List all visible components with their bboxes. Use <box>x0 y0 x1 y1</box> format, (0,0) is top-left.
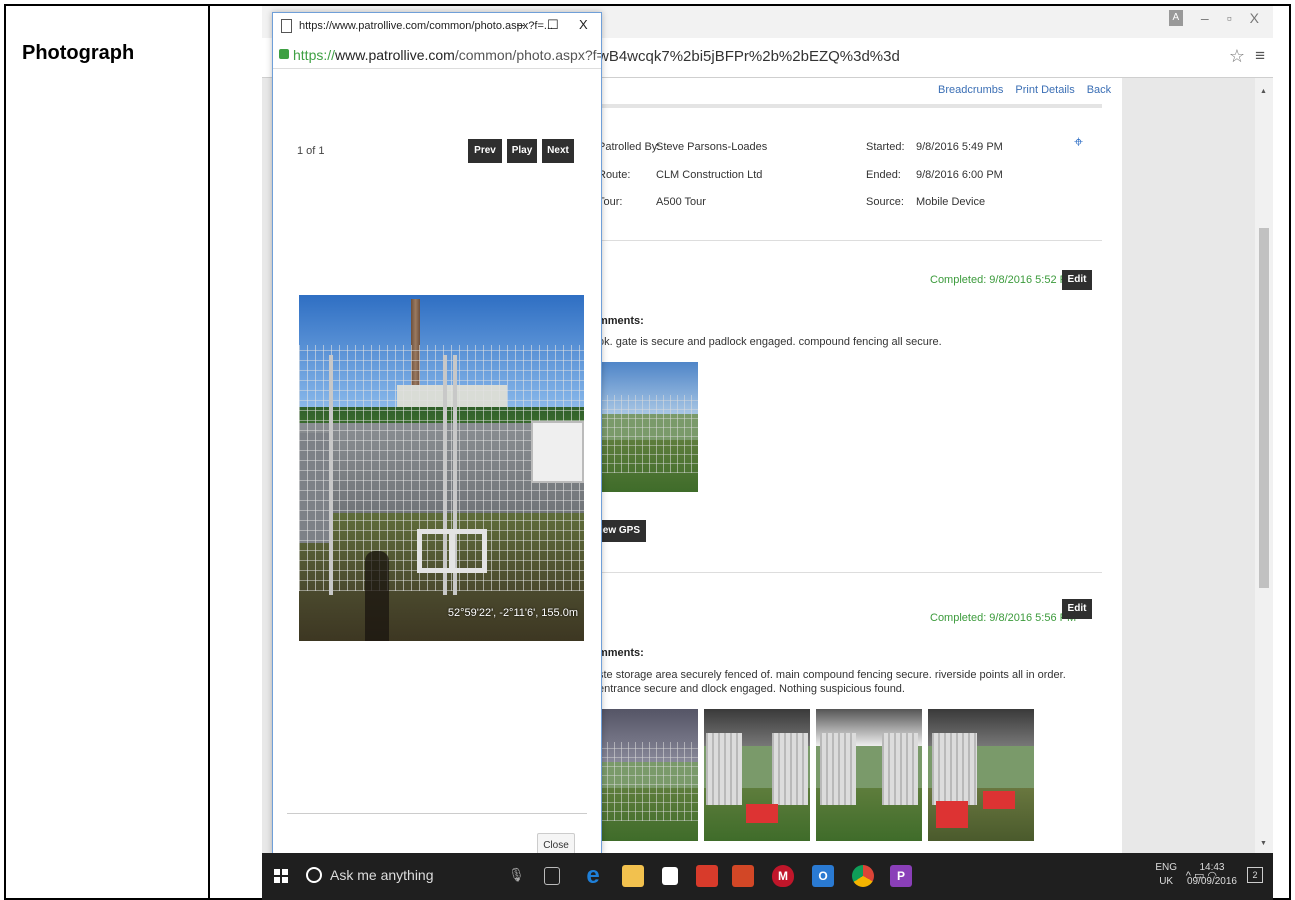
popup-title: https://www.patrollive.com/common/photo.… <box>299 20 554 32</box>
info-value: A500 Tour <box>656 196 706 208</box>
task-view-icon[interactable] <box>544 867 560 885</box>
cortana-icon <box>306 867 322 883</box>
outlook-icon[interactable]: O <box>812 865 834 887</box>
next-button[interactable]: Next <box>542 139 574 163</box>
photo-thumbnail[interactable] <box>600 362 698 492</box>
taskbar: Ask me anything 🎙 e M O P ^ ▭ ◠ ENG UK 1… <box>262 853 1273 900</box>
photo-thumbnail[interactable] <box>928 709 1034 841</box>
info-label: Route: <box>598 169 631 181</box>
scrollbar-thumb[interactable] <box>1259 228 1269 588</box>
edge-icon[interactable]: e <box>582 864 604 888</box>
file-explorer-icon[interactable] <box>622 865 644 887</box>
prev-button[interactable]: Prev <box>468 139 502 163</box>
window-controls: A – ▫ X <box>1168 10 1259 26</box>
url-domain: www.patrollive.com <box>335 47 455 63</box>
play-button[interactable]: Play <box>507 139 537 163</box>
popup-titlebar: https://www.patrollive.com/common/photo.… <box>273 13 601 41</box>
minimize-icon[interactable]: – <box>1201 10 1209 26</box>
language-code: ENG <box>1155 862 1177 873</box>
divider <box>582 104 1102 108</box>
office-icon[interactable] <box>696 865 718 887</box>
chrome-icon[interactable] <box>852 865 874 887</box>
clock[interactable]: 14:43 09/09/2016 <box>1187 861 1237 889</box>
store-icon[interactable] <box>662 867 678 885</box>
divider <box>582 240 1102 241</box>
page-icon <box>281 19 292 33</box>
restore-icon[interactable]: ▫ <box>1227 10 1232 26</box>
photo-thumbnail[interactable] <box>704 709 810 841</box>
photo-image: 52°59'22', -2°11'6', 155.0m <box>299 295 584 641</box>
comments-text: ok. gate is secure and padlock engaged. … <box>598 336 942 348</box>
close-icon[interactable]: X <box>1250 10 1259 26</box>
info-value: 9/8/2016 6:00 PM <box>916 169 1003 181</box>
photo-thumbnail[interactable] <box>816 709 922 841</box>
lock-icon <box>279 49 289 59</box>
address-url[interactable]: wB4wcqk7%2bi5jBFPr%2b%2bEZQ%3d%3d <box>598 48 900 65</box>
page-scrollbar[interactable]: ▲ ▼ <box>1255 78 1273 853</box>
close-icon[interactable]: X <box>579 17 588 32</box>
breadcrumbs-link[interactable]: Breadcrumbs <box>938 84 1003 96</box>
windows-start-icon[interactable] <box>274 869 288 883</box>
minimize-icon[interactable]: – <box>517 17 524 32</box>
info-label: Started: <box>866 141 905 153</box>
star-icon[interactable]: ☆ <box>1229 46 1245 67</box>
pdf-icon[interactable]: P <box>890 865 912 887</box>
edit-button[interactable]: Edit <box>1062 599 1092 619</box>
divider <box>287 813 587 814</box>
completed-status: Completed: 9/8/2016 5:56 PM <box>930 612 1077 624</box>
cortana-search[interactable]: Ask me anything <box>306 867 434 883</box>
info-value: Steve Parsons-Loades <box>656 141 768 153</box>
url-scheme: https:// <box>293 47 336 63</box>
profile-avatar[interactable]: A <box>1168 10 1183 26</box>
notifications-icon[interactable]: 2 <box>1247 867 1263 883</box>
powerpoint-icon[interactable] <box>732 865 754 887</box>
info-value: CLM Construction Ltd <box>656 169 763 181</box>
info-value: Mobile Device <box>916 196 986 208</box>
search-placeholder: Ask me anything <box>330 867 434 883</box>
maximize-icon[interactable]: ☐ <box>547 17 559 33</box>
view-gps-button[interactable]: iew GPS <box>598 520 646 542</box>
edit-button[interactable]: Edit <box>1062 270 1092 290</box>
screenshot: A – ▫ X wB4wcqk7%2bi5jBFPr%2b%2bEZQ%3d%3… <box>262 6 1273 900</box>
comments-text: ste storage area securely fenced of. mai… <box>598 669 1066 695</box>
info-label: Source: <box>866 196 904 208</box>
photo-thumbnail[interactable] <box>600 709 698 841</box>
table-divider <box>208 4 210 900</box>
completed-status: Completed: 9/8/2016 5:52 PM <box>930 274 1077 286</box>
back-link[interactable]: Back <box>1087 84 1111 96</box>
clock-time: 14:43 <box>1199 862 1225 873</box>
print-details-link[interactable]: Print Details <box>1015 84 1074 96</box>
scroll-up-icon[interactable]: ▲ <box>1260 88 1267 95</box>
gps-location-icon[interactable]: ⌖ <box>1074 134 1083 152</box>
row-label: Photograph <box>22 42 135 64</box>
clock-date: 09/09/2016 <box>1186 876 1237 887</box>
info-label: Ended: <box>866 169 901 181</box>
popup-address-bar[interactable]: https://www.patrollive.com/common/photo.… <box>273 41 601 69</box>
url-path: /common/photo.aspx?f=bMBUok9 <box>454 47 601 63</box>
scroll-down-icon[interactable]: ▼ <box>1260 840 1267 847</box>
region-code: UK <box>1159 876 1174 887</box>
photo-counter: 1 of 1 <box>297 145 325 157</box>
comments-label: mments: <box>598 315 644 327</box>
comments-label: mments: <box>598 647 644 659</box>
photo-popup-window: https://www.patrollive.com/common/photo.… <box>272 12 602 859</box>
language-indicator[interactable]: ENG UK <box>1155 861 1177 889</box>
photo-gps-caption: 52°59'22', -2°11'6', 155.0m <box>447 607 578 619</box>
microphone-icon[interactable]: 🎙 <box>508 867 525 883</box>
menu-icon[interactable]: ≡ <box>1255 46 1265 66</box>
info-label: Patrolled By: <box>598 141 661 153</box>
page-links: Breadcrumbs Print Details Back <box>938 84 1111 96</box>
mcafee-icon[interactable]: M <box>772 865 794 887</box>
info-value: 9/8/2016 5:49 PM <box>916 141 1003 153</box>
popup-url[interactable]: https://www.patrollive.com/common/photo.… <box>293 47 601 63</box>
divider <box>582 572 1102 573</box>
